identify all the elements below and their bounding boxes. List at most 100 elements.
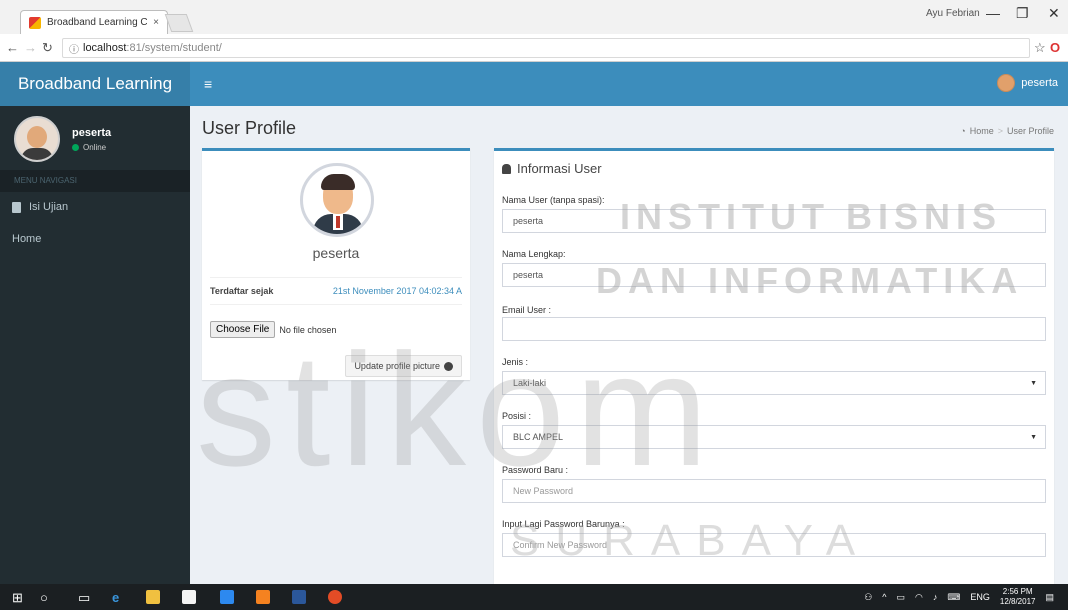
volume-icon[interactable]: ♪ [933, 592, 938, 602]
sidebar-item-isi-ujian[interactable]: Isi Ujian [0, 194, 190, 220]
profile-username: peserta [312, 245, 360, 261]
page-title: User Profile [202, 118, 297, 138]
browser-tab[interactable]: Broadband Learning Cen × [20, 10, 168, 34]
info-title-text: Informasi User [517, 161, 602, 176]
battery-icon[interactable]: ▭ [897, 592, 906, 603]
maximize-icon[interactable]: ❐ [1016, 5, 1029, 22]
back-icon[interactable]: ← [6, 40, 19, 55]
online-dot-icon [72, 143, 79, 151]
breadcrumb-separator: > [997, 126, 1003, 136]
breadcrumb: ◔ Home > User Profile [960, 126, 1054, 136]
fullname-field[interactable]: peserta [502, 263, 1046, 287]
task-view-icon[interactable]: ▭ [78, 590, 90, 606]
word-icon[interactable] [292, 590, 306, 604]
opera-icon[interactable]: O [1050, 40, 1060, 55]
sidebar-item-label: Isi Ujian [29, 201, 69, 213]
posisi-selected-value: BLC AMPEL [513, 432, 564, 442]
chrome-icon[interactable] [328, 590, 342, 604]
confirm-password-label: Input Lagi Password Barunya : [502, 519, 625, 529]
star-icon[interactable]: ☆ [1034, 40, 1046, 56]
xampp-icon[interactable] [256, 590, 270, 604]
clock[interactable]: 2:56 PM 12/8/2017 [1000, 587, 1036, 607]
tab-close-icon[interactable]: × [153, 17, 159, 28]
url-path: :81/system/student/ [126, 42, 222, 54]
window-user-label: Ayu Febrian [926, 8, 980, 19]
app-brand[interactable]: Broadband Learning [0, 62, 190, 106]
browser-tab-bar: Broadband Learning Cen × Ayu Febrian — ❐… [0, 0, 1068, 34]
top-navbar: ≡ peserta [190, 62, 1068, 106]
notifications-icon[interactable]: ▤ [1045, 592, 1054, 603]
store-icon[interactable] [182, 590, 196, 604]
info-icon[interactable]: ⓘ [69, 41, 79, 56]
choose-file-button[interactable]: Choose File [210, 321, 276, 338]
breadcrumb-current: User Profile [1006, 126, 1054, 136]
email-field[interactable] [502, 317, 1046, 341]
email-label: Email User : [502, 305, 552, 315]
chevron-down-icon: ▼ [1030, 433, 1037, 441]
user-icon [502, 163, 511, 174]
sidebar-item-label: Home [12, 233, 42, 245]
keyboard-icon[interactable]: ⌨ [947, 592, 960, 603]
nav-username: peserta [1021, 77, 1058, 89]
clock-time: 2:56 PM [1002, 587, 1033, 596]
reload-icon[interactable]: ↻ [42, 40, 53, 56]
system-tray: ⚇ ^ ▭ ◠ ♪ ⌨ ENG 2:56 PM 12/8/2017 ▤ [864, 587, 1054, 607]
jenis-select[interactable]: Laki-laki ▼ [502, 371, 1046, 395]
url-host: localhost [83, 42, 127, 54]
sidebar-item-home[interactable]: Home [0, 226, 190, 252]
profile-box: peserta Terdaftar sejak 21st November 20… [202, 148, 470, 380]
posisi-select[interactable]: BLC AMPEL ▼ [502, 425, 1046, 449]
sidebar-username: peserta [72, 126, 112, 139]
file-status-text: No file chosen [279, 324, 337, 335]
password-label: Password Baru : [502, 465, 569, 475]
arrow-circle-icon [444, 361, 453, 371]
windows-start-icon[interactable]: ⊞ [12, 590, 23, 606]
app-icon[interactable] [220, 590, 234, 604]
avatar [14, 116, 60, 162]
username-field[interactable]: peserta [502, 209, 1046, 233]
registered-row: Terdaftar sejak 21st November 2017 04:02… [210, 277, 462, 305]
dashboard-icon: ◔ [960, 126, 966, 136]
status-badge: Online [72, 143, 111, 152]
sidebar-toggle-icon[interactable]: ≡ [204, 76, 212, 92]
new-tab-button[interactable] [164, 14, 194, 32]
sidebar-user-panel: peserta Online [14, 116, 111, 162]
sidebar: peserta Online MENU NAVIGASI Isi Ujian H… [0, 106, 190, 584]
info-box-title: Informasi User [502, 161, 602, 176]
favicon-icon [29, 16, 41, 29]
posisi-label: Posisi : [502, 411, 532, 421]
document-icon [12, 201, 21, 213]
chevron-up-icon[interactable]: ^ [882, 592, 886, 602]
people-icon[interactable]: ⚇ [864, 592, 872, 603]
registered-value: 21st November 2017 04:02:34 A [332, 286, 462, 296]
clock-date: 12/8/2017 [999, 597, 1036, 606]
forward-icon[interactable]: → [24, 40, 37, 55]
breadcrumb-home[interactable]: Home [970, 126, 994, 136]
jenis-selected-value: Laki-laki [513, 378, 547, 388]
taskbar: ⊞ ○ ▭ e ⚇ ^ ▭ ◠ ♪ ⌨ ENG 2:56 PM 12/8/201… [0, 584, 1068, 610]
password-field[interactable]: New Password [502, 479, 1046, 503]
fullname-label: Nama Lengkap: [502, 249, 566, 259]
tab-title: Broadband Learning Cen [47, 17, 148, 28]
registered-label: Terdaftar sejak [210, 286, 274, 296]
chevron-down-icon: ▼ [1030, 379, 1037, 387]
address-bar-row: ← → ↻ ⓘ localhost :81/system/student/ ☆ … [0, 34, 1068, 62]
profile-picture [300, 163, 374, 237]
user-menu[interactable]: peserta [997, 74, 1058, 92]
update-picture-label: Update profile picture [354, 361, 440, 371]
search-icon[interactable]: ○ [40, 590, 48, 605]
close-window-icon[interactable]: ✕ [1048, 5, 1060, 22]
status-text: Online [83, 142, 107, 152]
minimize-icon[interactable]: — [986, 5, 1000, 21]
user-info-box: Informasi User Nama User (tanpa spasi): … [494, 148, 1054, 584]
username-label: Nama User (tanpa spasi): [502, 195, 605, 205]
confirm-password-field[interactable]: Confirm New Password [502, 533, 1046, 557]
update-picture-button[interactable]: Update profile picture [345, 355, 462, 377]
file-explorer-icon[interactable] [146, 590, 160, 604]
menu-header: MENU NAVIGASI [0, 170, 190, 192]
url-field[interactable]: ⓘ localhost :81/system/student/ [62, 38, 1030, 58]
file-upload-row: Choose File No file chosen [210, 321, 336, 338]
wifi-icon[interactable]: ◠ [915, 592, 923, 603]
language-indicator[interactable]: ENG [970, 592, 990, 602]
edge-icon[interactable]: e [112, 590, 119, 605]
